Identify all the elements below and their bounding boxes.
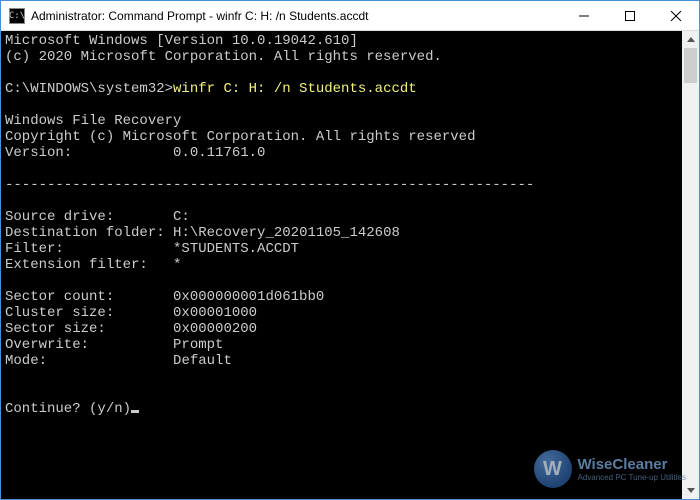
sector-count-label: Sector count:	[5, 289, 114, 305]
source-drive-value: C:	[173, 209, 190, 225]
chevron-down-icon	[687, 488, 695, 493]
extension-filter-label: Extension filter:	[5, 257, 148, 273]
vertical-scrollbar[interactable]	[682, 31, 699, 499]
window-controls	[561, 1, 699, 30]
source-drive-label: Source drive:	[5, 209, 114, 225]
sector-size-value: 0x00000200	[173, 321, 257, 337]
scrollbar-track[interactable]	[682, 48, 699, 482]
cluster-size-value: 0x00001000	[173, 305, 257, 321]
sector-count-value: 0x000000001d061bb0	[173, 289, 324, 305]
extension-filter-value: *	[173, 257, 181, 273]
terminal-output[interactable]: Microsoft Windows [Version 10.0.19042.61…	[1, 31, 682, 499]
scrollbar-thumb[interactable]	[684, 48, 697, 83]
close-icon	[671, 11, 681, 21]
overwrite-value: Prompt	[173, 337, 223, 353]
divider-line: ----------------------------------------…	[5, 177, 534, 193]
scroll-up-button[interactable]	[682, 31, 699, 48]
mode-label: Mode:	[5, 353, 47, 369]
app-copyright-line: Copyright (c) Microsoft Corporation. All…	[5, 129, 475, 145]
filter-value: *STUDENTS.ACCDT	[173, 241, 299, 257]
maximize-button[interactable]	[607, 1, 653, 30]
cluster-size-label: Cluster size:	[5, 305, 114, 321]
os-version-line: Microsoft Windows [Version 10.0.19042.61…	[5, 33, 358, 49]
titlebar[interactable]: C:\ Administrator: Command Prompt - winf…	[1, 1, 699, 31]
filter-label: Filter:	[5, 241, 64, 257]
close-button[interactable]	[653, 1, 699, 30]
scroll-down-button[interactable]	[682, 482, 699, 499]
version-label: Version:	[5, 145, 72, 161]
window-title: Administrator: Command Prompt - winfr C:…	[31, 9, 561, 23]
continue-prompt: Continue? (y/n)	[5, 401, 131, 417]
os-copyright-line: (c) 2020 Microsoft Corporation. All righ…	[5, 49, 442, 65]
app-name-line: Windows File Recovery	[5, 113, 181, 129]
minimize-button[interactable]	[561, 1, 607, 30]
chevron-up-icon	[687, 37, 695, 42]
maximize-icon	[625, 11, 635, 21]
entered-command: winfr C: H: /n Students.accdt	[173, 81, 417, 97]
destination-folder-label: Destination folder:	[5, 225, 165, 241]
cursor	[131, 410, 139, 413]
terminal-area: Microsoft Windows [Version 10.0.19042.61…	[1, 31, 699, 499]
destination-folder-value: H:\Recovery_20201105_142608	[173, 225, 400, 241]
version-value: 0.0.11761.0	[173, 145, 265, 161]
overwrite-label: Overwrite:	[5, 337, 89, 353]
mode-value: Default	[173, 353, 232, 369]
command-prompt-window: C:\ Administrator: Command Prompt - winf…	[0, 0, 700, 500]
sector-size-label: Sector size:	[5, 321, 106, 337]
cmd-icon: C:\	[9, 8, 25, 24]
minimize-icon	[579, 11, 589, 21]
prompt-path: C:\WINDOWS\system32>	[5, 81, 173, 97]
